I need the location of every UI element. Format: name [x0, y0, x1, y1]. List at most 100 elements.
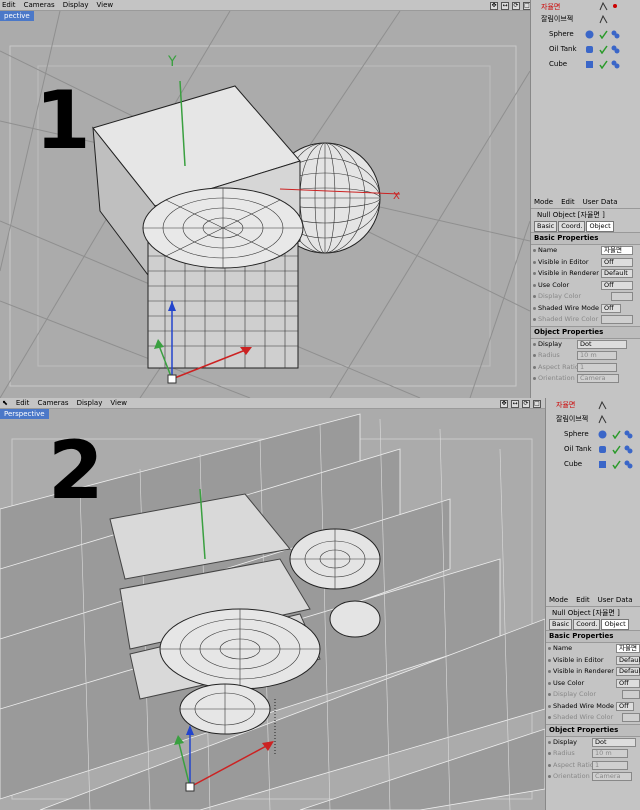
- menu-cameras[interactable]: Cameras: [24, 0, 55, 11]
- menu-user-data[interactable]: User Data: [598, 596, 633, 604]
- orientation-select[interactable]: Camera: [592, 772, 632, 781]
- null-object-icon: [599, 15, 608, 24]
- maximize-view-icon[interactable]: □: [533, 399, 541, 408]
- move-view-icon[interactable]: ✥: [500, 399, 508, 408]
- name-field[interactable]: 자율면: [616, 644, 640, 653]
- menu-edit[interactable]: Edit: [2, 0, 16, 11]
- basic-properties-header: Basic Properties: [531, 232, 640, 245]
- tab-object[interactable]: Object: [586, 221, 614, 232]
- material-tag-icon[interactable]: [624, 460, 633, 469]
- material-tag-icon[interactable]: [611, 60, 620, 69]
- tab-basic[interactable]: Basic: [549, 619, 573, 630]
- prop-label: Visible in Editor: [553, 655, 604, 664]
- menu-cameras[interactable]: Cameras: [37, 398, 68, 409]
- menu-edit[interactable]: Edit: [576, 596, 590, 604]
- object-row[interactable]: Cube: [546, 457, 640, 472]
- menu-display[interactable]: Display: [63, 0, 89, 11]
- tab-coord[interactable]: Coord.: [573, 619, 601, 630]
- object-properties-header: Object Properties: [546, 723, 640, 737]
- display-color-swatch[interactable]: [622, 690, 640, 699]
- object-row[interactable]: Oil Tank: [546, 442, 640, 457]
- visible-renderer-select[interactable]: Default: [601, 269, 633, 278]
- rotate-view-icon[interactable]: ⟳: [512, 1, 520, 10]
- attribute-menubar: Mode Edit User Data: [531, 196, 640, 209]
- move-view-icon[interactable]: ✥: [490, 1, 498, 10]
- prop-label: Shaded Wire Mode: [553, 701, 614, 710]
- object-row[interactable]: Cube: [531, 57, 640, 72]
- checkmark-icon[interactable]: [599, 60, 608, 69]
- use-color-select[interactable]: Off: [616, 678, 640, 688]
- menu-edit[interactable]: Edit: [16, 398, 30, 409]
- prop-label: Display: [538, 339, 562, 348]
- material-tag-icon[interactable]: [624, 445, 633, 454]
- menu-arrow-icon[interactable]: ⬉: [2, 398, 8, 409]
- checkmark-icon[interactable]: [612, 460, 621, 469]
- sphere-icon: [585, 30, 594, 39]
- object-row[interactable]: Oil Tank: [531, 42, 640, 57]
- menu-view[interactable]: View: [110, 398, 127, 409]
- aspect-ratio-field[interactable]: 1: [592, 760, 628, 770]
- material-tag-icon[interactable]: [624, 430, 633, 439]
- prop-label: Display: [553, 737, 577, 746]
- object-name: Cube: [564, 460, 583, 468]
- object-row[interactable]: 자율면: [546, 398, 640, 412]
- orientation-select[interactable]: Camera: [577, 374, 619, 383]
- object-row[interactable]: Sphere: [546, 427, 640, 442]
- shaded-wire-color-swatch[interactable]: [601, 315, 633, 324]
- name-field[interactable]: 자율면: [601, 246, 633, 255]
- object-row[interactable]: 잘림이브젝: [531, 12, 640, 27]
- viewport-perspective[interactable]: pective Y X 1: [0, 11, 530, 398]
- attribute-tabs: Basic Coord. Object: [531, 221, 640, 232]
- oiltank-icon: [599, 446, 606, 453]
- aspect-ratio-field[interactable]: 1: [577, 362, 617, 372]
- step-number-label: 2: [48, 424, 104, 517]
- attribute-manager: Mode Edit User Data Null Object [자율면 ] B…: [531, 196, 640, 385]
- object-row[interactable]: 자율면: [531, 0, 640, 12]
- material-tag-icon[interactable]: [611, 30, 620, 39]
- zoom-view-icon[interactable]: ↔: [511, 399, 519, 408]
- checkmark-icon[interactable]: [612, 445, 621, 454]
- zoom-view-icon[interactable]: ↔: [501, 1, 509, 10]
- menu-display[interactable]: Display: [77, 398, 103, 409]
- tab-basic[interactable]: Basic: [534, 221, 558, 232]
- material-tag-icon[interactable]: [611, 45, 620, 54]
- object-row[interactable]: 잘림이브젝: [546, 412, 640, 427]
- use-color-select[interactable]: Off: [601, 280, 633, 290]
- menu-view[interactable]: View: [97, 0, 114, 11]
- prop-orientation: Orientation Camera: [531, 373, 640, 385]
- prop-visible-renderer: Visible in RendererDefault: [546, 666, 640, 678]
- menu-user-data[interactable]: User Data: [583, 198, 618, 206]
- radius-field[interactable]: 10 m: [592, 749, 628, 758]
- prop-label: Shaded Wire Color: [538, 315, 599, 323]
- shaded-wire-color-swatch[interactable]: [622, 713, 640, 722]
- viewport-nav-icons: ✥ ↔ ⟳ □: [490, 0, 531, 11]
- attribute-title: Null Object [자율면 ]: [552, 609, 620, 617]
- object-row[interactable]: Sphere: [531, 27, 640, 42]
- viewport-perspective[interactable]: Perspective 2: [0, 409, 545, 810]
- object-name: Oil Tank: [564, 445, 592, 453]
- display-color-swatch[interactable]: [611, 292, 633, 301]
- checkmark-icon[interactable]: [612, 430, 621, 439]
- visible-renderer-select[interactable]: Default: [616, 667, 640, 676]
- menu-edit[interactable]: Edit: [561, 198, 575, 206]
- shaded-wire-select[interactable]: Off: [601, 303, 621, 313]
- object-properties-header: Object Properties: [531, 325, 640, 339]
- checkmark-icon[interactable]: [599, 30, 608, 39]
- tab-object[interactable]: Object: [601, 619, 629, 630]
- display-select[interactable]: Dot: [577, 339, 627, 349]
- menu-mode[interactable]: Mode: [534, 198, 553, 206]
- checkmark-icon[interactable]: [599, 45, 608, 54]
- display-select[interactable]: Dot: [592, 737, 636, 747]
- shaded-wire-select[interactable]: Off: [616, 701, 634, 711]
- visible-editor-select[interactable]: Off: [601, 257, 633, 267]
- prop-label: Use Color: [553, 678, 585, 687]
- tab-coord[interactable]: Coord.: [558, 221, 586, 232]
- visible-editor-select[interactable]: Default: [616, 655, 640, 665]
- prop-shaded-wire-mode: Shaded Wire Mode Off: [531, 303, 640, 315]
- rotate-view-icon[interactable]: ⟳: [522, 399, 530, 408]
- prop-label: Radius: [538, 351, 560, 359]
- menu-mode[interactable]: Mode: [549, 596, 568, 604]
- radius-field[interactable]: 10 m: [577, 351, 617, 360]
- oiltank-object[interactable]: [142, 187, 304, 369]
- attribute-tabs: Basic Coord. Object: [546, 619, 640, 630]
